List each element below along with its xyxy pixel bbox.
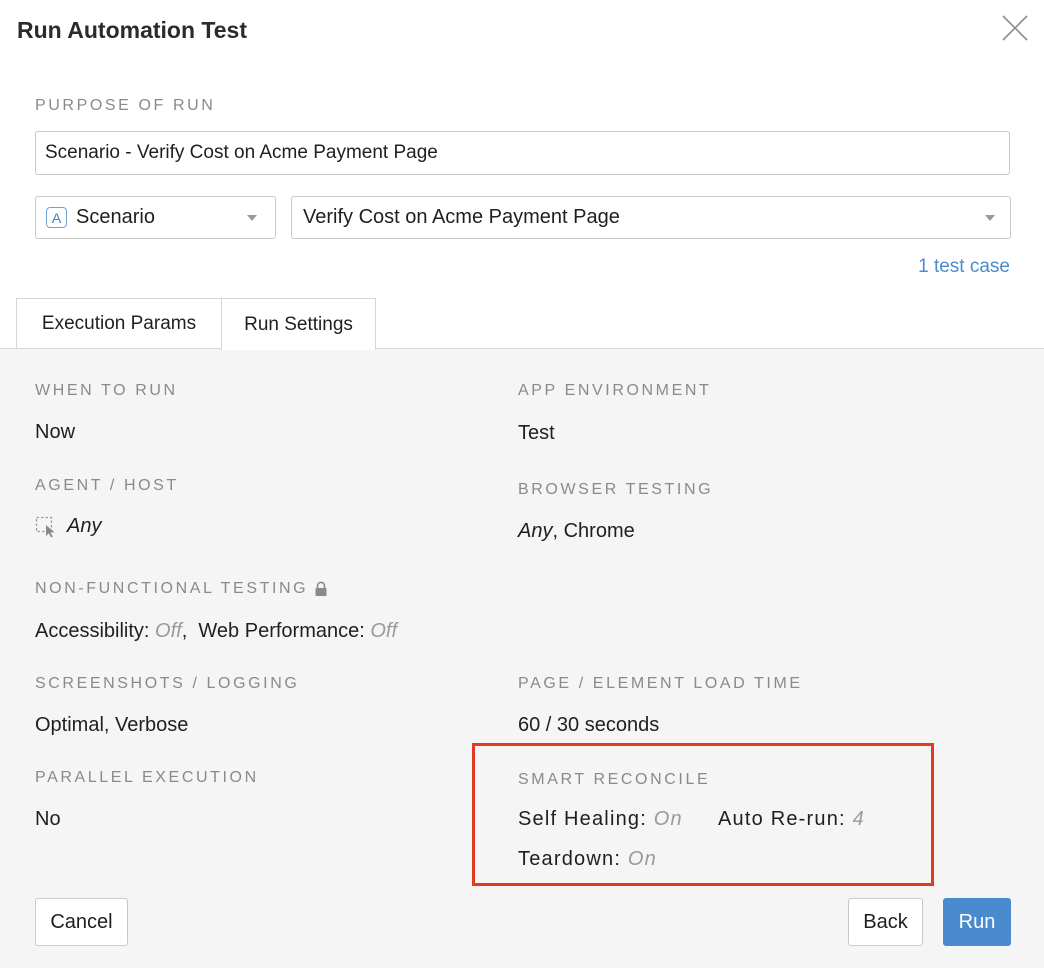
agent-host-value: Any — [35, 515, 101, 538]
teardown-state: On — [627, 848, 657, 870]
app-environment-label: APP ENVIRONMENT — [518, 382, 712, 399]
when-to-run-label: WHEN TO RUN — [35, 382, 178, 399]
close-icon[interactable] — [1000, 13, 1030, 43]
type-select[interactable]: A Scenario — [35, 196, 276, 239]
when-to-run-value: Now — [35, 421, 76, 443]
lock-icon — [315, 581, 327, 596]
web-performance-key: Web Performance: — [198, 620, 365, 642]
teardown-value: Teardown: On — [518, 848, 657, 871]
browser-separator: , — [552, 520, 559, 542]
non-functional-label: NON-FUNCTIONAL TESTING — [35, 580, 328, 598]
purpose-label: PURPOSE OF RUN — [35, 97, 216, 114]
load-time-value: 60 / 30 seconds — [518, 714, 660, 736]
chevron-down-icon — [247, 215, 257, 221]
scenario-select[interactable]: Verify Cost on Acme Payment Page — [291, 196, 1011, 239]
dialog-title: Run Automation Test — [17, 17, 247, 43]
web-performance-value: Off — [370, 620, 398, 642]
self-healing-state: On — [653, 808, 683, 830]
tab-execution-params[interactable]: Execution Params — [16, 298, 222, 349]
parallel-execution-label: PARALLEL EXECUTION — [35, 769, 259, 786]
non-functional-label-text: NON-FUNCTIONAL TESTING — [35, 580, 309, 597]
test-case-link[interactable]: 1 test case — [880, 256, 1010, 278]
type-badge-icon: A — [46, 207, 67, 228]
scenario-select-value: Verify Cost on Acme Payment Page — [303, 206, 620, 228]
accessibility-key: Accessibility: — [35, 620, 150, 642]
browser-name: Chrome — [563, 520, 635, 542]
cancel-button[interactable]: Cancel — [35, 898, 128, 946]
parallel-execution-value: No — [35, 808, 61, 830]
agent-host-label: AGENT / HOST — [35, 477, 179, 494]
dialog-header-area: Run Automation Test PURPOSE OF RUN A Sce… — [0, 0, 1044, 348]
agent-select-icon — [35, 516, 55, 537]
browser-any: Any — [518, 520, 553, 542]
auto-rerun-key: Auto Re-run: — [718, 808, 846, 830]
agent-host-value-text: Any — [67, 515, 102, 537]
back-button[interactable]: Back — [848, 898, 923, 946]
screenshots-logging-label: SCREENSHOTS / LOGGING — [35, 675, 300, 692]
purpose-input[interactable] — [35, 131, 1010, 175]
self-healing-key: Self Healing: — [518, 808, 647, 830]
self-healing-value: Self Healing: On — [518, 808, 683, 831]
teardown-key: Teardown: — [518, 848, 622, 870]
browser-testing-label: BROWSER TESTING — [518, 481, 714, 498]
nf-separator: , — [181, 620, 188, 642]
chevron-down-icon — [985, 215, 995, 221]
smart-reconcile-label: SMART RECONCILE — [518, 771, 711, 788]
non-functional-value: Accessibility: Off, Web Performance: Off — [35, 620, 397, 643]
auto-rerun-value: Auto Re-run: 4 — [718, 808, 865, 831]
type-select-value: Scenario — [76, 206, 155, 228]
auto-rerun-count: 4 — [852, 808, 865, 830]
browser-testing-value: Any, Chrome — [518, 520, 635, 543]
accessibility-value: Off — [155, 620, 182, 642]
app-environment-value: Test — [518, 422, 555, 444]
load-time-label: PAGE / ELEMENT LOAD TIME — [518, 675, 803, 692]
run-button[interactable]: Run — [943, 898, 1011, 946]
tab-run-settings[interactable]: Run Settings — [221, 298, 376, 350]
tabs-divider — [0, 348, 1044, 349]
screenshots-logging-value: Optimal, Verbose — [35, 714, 189, 736]
